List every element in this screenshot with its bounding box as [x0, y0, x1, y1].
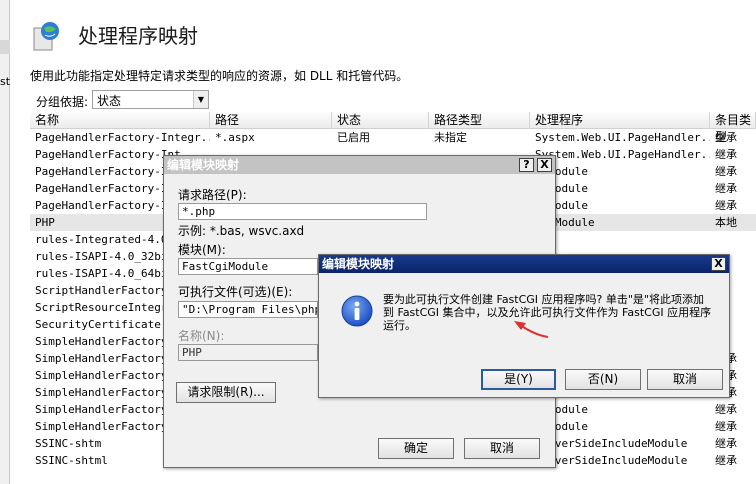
cell-entry-type: 本地	[715, 216, 737, 229]
cell-handler: giModule	[535, 165, 588, 178]
cell-handler: CgiModule	[535, 216, 595, 229]
cell-handler: giModule	[535, 199, 588, 212]
ok-button[interactable]: 确定	[378, 438, 454, 459]
cell-handler: System.Web.UI.PageHandler...	[535, 131, 710, 144]
name-input[interactable]: PHP	[178, 344, 318, 361]
info-icon	[341, 295, 373, 327]
group-by-label: 分组依据:	[36, 95, 89, 109]
cell-handler: giModule	[535, 420, 588, 433]
msg-cancel-button[interactable]: 取消	[647, 369, 723, 390]
no-button[interactable]: 否(N)	[565, 369, 641, 390]
cell-entry-type: 继承	[715, 454, 737, 467]
cell-handler: giModule	[535, 403, 588, 416]
cell-name: PageHandlerFactory-Integr...	[35, 131, 210, 144]
handler-mappings-icon	[33, 22, 59, 51]
page-description: 使用此功能指定处理特定请求类型的响应的资源，如 DLL 和托管代码。	[30, 69, 409, 83]
column-header-path[interactable]: 路径	[210, 112, 332, 129]
cell-entry-type: 继承	[715, 148, 737, 161]
cell-entry-type: 继承	[715, 199, 737, 212]
cell-entry-type: 继承	[715, 182, 737, 195]
cancel-button[interactable]: 取消	[464, 438, 540, 459]
executable-input[interactable]: "D:\Program Files\php\p	[178, 301, 318, 318]
chevron-down-icon[interactable]: ▼	[193, 91, 208, 108]
left-pane-bar	[0, 40, 10, 54]
column-header-status[interactable]: 状态	[332, 112, 429, 129]
module-label: 模块(M):	[178, 243, 226, 257]
column-header-entry-type[interactable]: 条目类型	[710, 112, 756, 144]
request-path-label: 请求路径(P):	[178, 188, 247, 202]
close-button[interactable]: X	[537, 158, 552, 172]
left-pane: st	[0, 0, 10, 484]
msg-dialog-title: 编辑模块映射	[319, 255, 729, 273]
cell-entry-type: 继承	[715, 165, 737, 178]
cell-entry-type: 继承	[715, 437, 737, 450]
module-select[interactable]: FastCgiModule	[178, 258, 318, 275]
left-pane-text: st	[0, 75, 11, 88]
cell-entry-type: 继承	[715, 403, 737, 416]
cell-path: *.aspx	[215, 131, 255, 144]
column-header-handler[interactable]: 处理程序	[530, 112, 710, 129]
cell-path-type: 未指定	[434, 131, 467, 144]
cell-handler: ServerSideIncludeModule	[535, 454, 688, 467]
cell-handler: giModule	[535, 182, 588, 195]
help-button[interactable]: ?	[519, 158, 534, 172]
name-label: 名称(N):	[178, 329, 225, 343]
cell-status: 已启用	[337, 131, 370, 144]
edit-dialog-title: 编辑模块映射	[164, 156, 555, 174]
table-header: 名称 路径 状态 路径类型 处理程序 条目类型	[30, 112, 756, 144]
table-row[interactable]: PageHandlerFactory-Integr... *.aspx 已启用 未指定…	[30, 129, 756, 146]
column-header-path-type[interactable]: 路径类型	[429, 112, 530, 129]
group-by-select[interactable]: 状态 ▼	[92, 90, 209, 109]
cell-handler: ServerSideIncludeModule	[535, 437, 688, 450]
cell-handler: System.Web.UI.PageHandler...	[535, 148, 710, 161]
request-restrictions-button[interactable]: 请求限制(R)...	[176, 382, 276, 403]
group-by-value: 状态	[97, 94, 122, 108]
example-text: 示例: *.bas, wsvc.axd	[178, 224, 305, 238]
executable-label: 可执行文件(可选)(E):	[178, 285, 293, 299]
msg-close-button[interactable]: X	[711, 257, 726, 271]
request-path-input[interactable]: *.php	[178, 203, 427, 220]
page-title: 处理程序映射	[78, 24, 198, 48]
cell-entry-type: 继承	[715, 131, 737, 144]
cell-entry-type: 继承	[715, 420, 737, 433]
annotation-arrow-icon	[514, 321, 549, 338]
yes-button[interactable]: 是(Y)	[481, 369, 556, 390]
column-header-name[interactable]: 名称	[30, 112, 210, 129]
